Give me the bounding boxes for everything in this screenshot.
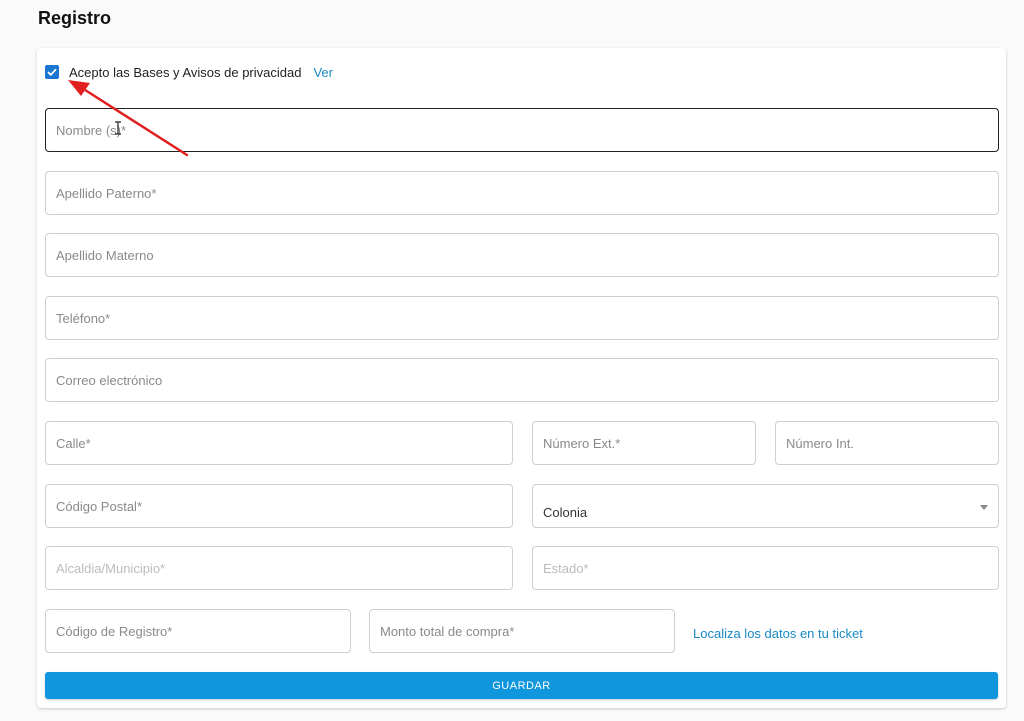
monto-input[interactable] (380, 610, 664, 652)
colonia-select[interactable]: Colonia (532, 484, 999, 528)
codigo-registro-input[interactable] (56, 610, 340, 652)
ticket-help-link[interactable]: Localiza los datos en tu ticket (693, 626, 863, 641)
calle-field[interactable] (45, 421, 513, 465)
colonia-select-value: Colonia (543, 505, 588, 520)
privacy-checkbox[interactable] (45, 65, 59, 79)
privacy-consent: Acepto las Bases y Avisos de privacidad … (45, 64, 333, 80)
registration-form: Acepto las Bases y Avisos de privacidad … (37, 48, 1006, 708)
check-icon (47, 68, 57, 76)
nombre-input[interactable] (56, 109, 988, 151)
calle-input[interactable] (56, 422, 502, 464)
codigo-registro-field[interactable] (45, 609, 351, 653)
telefono-field[interactable] (45, 296, 999, 340)
alcaldia-input[interactable] (56, 547, 502, 589)
text-cursor-icon (115, 121, 121, 135)
apellido-paterno-input[interactable] (56, 172, 988, 214)
numero-int-input[interactable] (786, 422, 988, 464)
nombre-field[interactable] (45, 108, 999, 152)
monto-field[interactable] (369, 609, 675, 653)
numero-ext-field[interactable] (532, 421, 756, 465)
save-button[interactable]: GUARDAR (45, 672, 998, 699)
numero-ext-input[interactable] (543, 422, 745, 464)
chevron-down-icon (980, 505, 988, 510)
apellido-materno-input[interactable] (56, 234, 988, 276)
codigo-postal-field[interactable] (45, 484, 513, 528)
alcaldia-field[interactable] (45, 546, 513, 590)
privacy-consent-label: Acepto las Bases y Avisos de privacidad (69, 64, 302, 80)
page-title: Registro (38, 8, 112, 28)
estado-input[interactable] (543, 547, 988, 589)
correo-field[interactable] (45, 358, 999, 402)
apellido-paterno-field[interactable] (45, 171, 999, 215)
telefono-input[interactable] (56, 297, 988, 339)
correo-input[interactable] (56, 359, 988, 401)
codigo-postal-input[interactable] (56, 485, 502, 527)
numero-int-field[interactable] (775, 421, 999, 465)
estado-field[interactable] (532, 546, 999, 590)
apellido-materno-field[interactable] (45, 233, 999, 277)
view-privacy-link[interactable]: Ver (313, 65, 333, 80)
